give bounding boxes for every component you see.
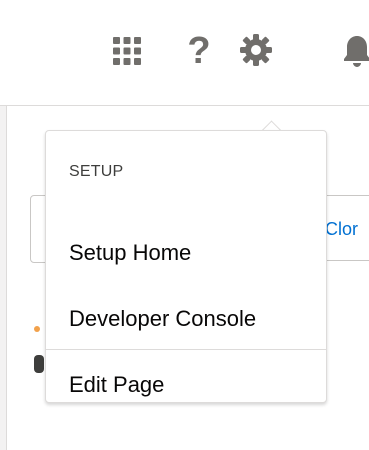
bell-icon[interactable]	[342, 34, 369, 68]
partial-label	[34, 355, 44, 373]
help-icon[interactable]: ?	[184, 31, 214, 71]
global-header: ?	[0, 0, 369, 106]
menu-divider	[46, 349, 326, 350]
setup-menu: SETUP Setup Home Developer Console Edit …	[45, 130, 327, 403]
menu-item-setup-home[interactable]: Setup Home	[69, 240, 191, 266]
menu-heading: SETUP	[69, 163, 124, 180]
status-dot	[34, 326, 40, 332]
menu-item-edit-page[interactable]: Edit Page	[69, 372, 164, 398]
app-launcher-icon[interactable]	[113, 37, 141, 65]
gear-icon[interactable]	[239, 33, 273, 67]
menu-item-developer-console[interactable]: Developer Console	[69, 306, 256, 332]
